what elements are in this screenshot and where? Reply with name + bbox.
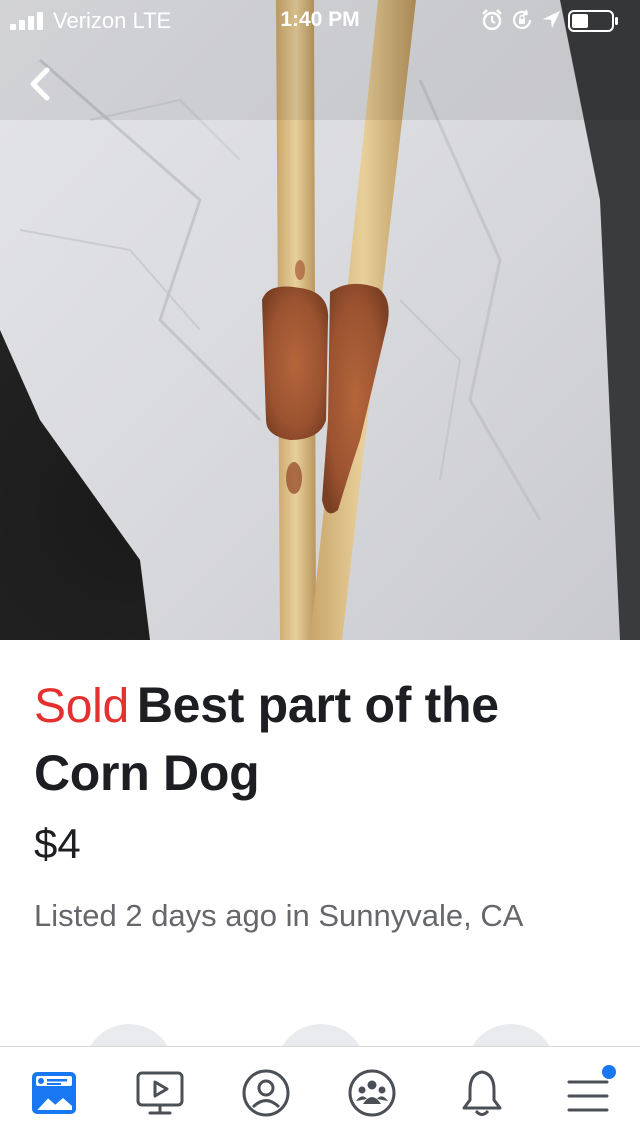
tab-notifications[interactable] xyxy=(452,1065,512,1121)
tab-profile[interactable] xyxy=(236,1065,296,1121)
profile-icon xyxy=(242,1069,290,1117)
bell-icon xyxy=(462,1070,502,1116)
corn-dog-sticks-image xyxy=(0,0,640,640)
bottom-tab-bar xyxy=(0,1046,640,1136)
tab-menu[interactable] xyxy=(558,1065,618,1121)
back-button[interactable] xyxy=(18,60,62,108)
alarm-icon xyxy=(482,9,502,31)
tab-watch[interactable] xyxy=(130,1065,190,1121)
listing-meta: Listed 2 days ago in Sunnyvale, CA xyxy=(34,898,524,933)
chevron-left-icon xyxy=(30,67,50,101)
location-icon xyxy=(542,10,561,29)
status-icons xyxy=(480,6,630,34)
sold-status: Sold xyxy=(34,680,129,733)
news-feed-icon xyxy=(32,1072,76,1114)
status-bar: Verizon LTE 1:40 PM xyxy=(0,0,640,40)
groups-icon xyxy=(348,1069,396,1117)
battery-icon xyxy=(568,10,618,32)
menu-notification-dot xyxy=(602,1065,616,1079)
tab-groups[interactable] xyxy=(342,1065,402,1121)
listing-title: Sold Best part of the Corn Dog xyxy=(34,672,614,806)
watch-icon xyxy=(136,1071,184,1115)
listing-photo[interactable] xyxy=(0,0,640,640)
tab-news-feed[interactable] xyxy=(24,1065,84,1121)
lock-rotation-icon xyxy=(512,9,532,29)
listing-price: $4 xyxy=(34,820,81,867)
menu-icon xyxy=(567,1080,609,1112)
listing-details: Sold Best part of the Corn Dog $4 Listed … xyxy=(34,672,614,934)
